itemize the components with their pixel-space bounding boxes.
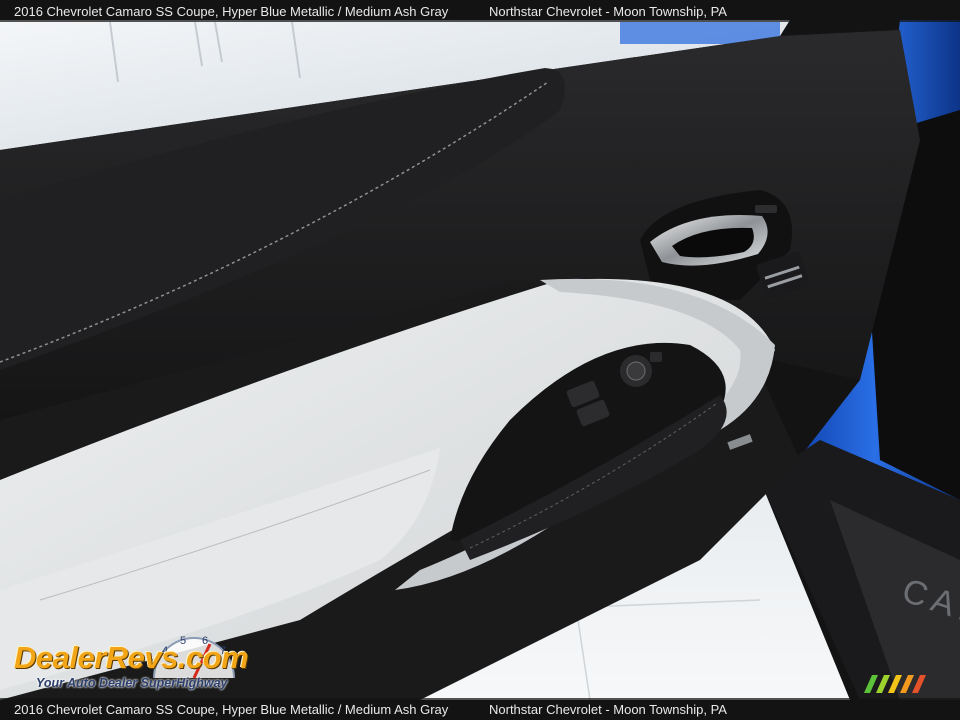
vehicle-caption: 2016 Chevrolet Camaro SS Coupe, Hyper Bl… [14, 701, 449, 717]
caption-bar-bottom: 2016 Chevrolet Camaro SS Coupe, Hyper Bl… [0, 698, 960, 720]
dealer-caption: Northstar Chevrolet - Moon Township, PA [489, 3, 727, 19]
watermark-brand: DealerRevs.com [14, 640, 249, 675]
caption-bar-top: 2016 Chevrolet Camaro SS Coupe, Hyper Bl… [0, 0, 960, 22]
vehicle-caption: 2016 Chevrolet Camaro SS Coupe, Hyper Bl… [14, 3, 449, 19]
door-panel-photo: CAM [0, 0, 960, 720]
dealerrevs-watermark: 4 5 6 7 DealerRevs.com Your Auto Dealer … [10, 628, 270, 694]
dealer-caption: Northstar Chevrolet - Moon Township, PA [489, 701, 727, 717]
stripe-logo-icon [864, 675, 926, 693]
watermark-tagline: Your Auto Dealer SuperHighway [36, 676, 228, 690]
